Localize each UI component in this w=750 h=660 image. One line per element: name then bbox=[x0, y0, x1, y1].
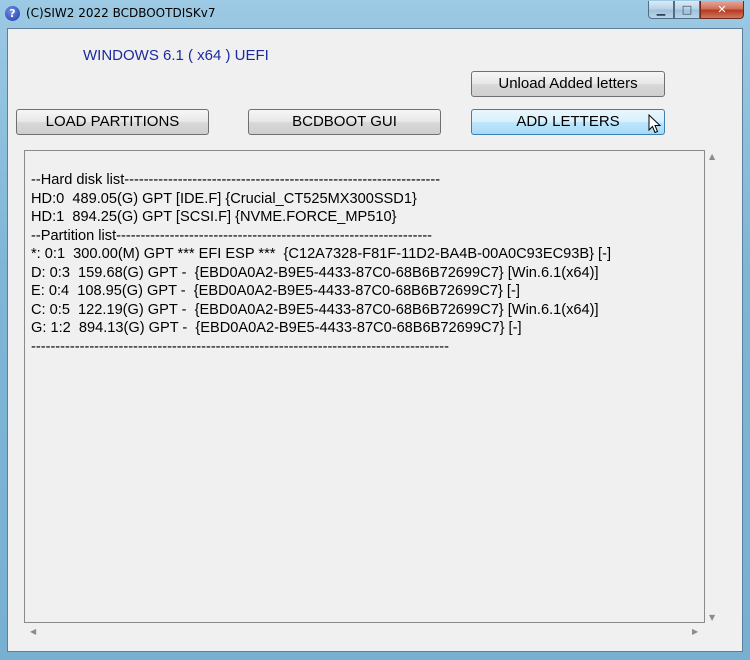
os-version-label: WINDOWS 6.1 ( x64 ) UEFI bbox=[83, 47, 269, 64]
partition-output-textbox[interactable]: --Hard disk list------------------------… bbox=[24, 150, 705, 623]
scroll-up-icon[interactable]: ▲ bbox=[709, 152, 715, 162]
help-icon[interactable]: ? bbox=[5, 6, 20, 21]
minimize-button[interactable]: ▁ bbox=[648, 1, 674, 19]
output-line: HD:0 489.05(G) GPT [IDE.F] {Crucial_CT52… bbox=[31, 190, 417, 207]
mouse-pointer-icon bbox=[648, 114, 662, 134]
output-line: G: 1:2 894.13(G) GPT - {EBD0A0A2-B9E5-44… bbox=[31, 320, 522, 336]
output-line: --Hard disk list------------------------… bbox=[31, 172, 441, 188]
output-line: --Partition list------------------------… bbox=[31, 227, 433, 244]
bcdboot-gui-button[interactable]: BCDBOOT GUI bbox=[248, 109, 441, 135]
client-area: WINDOWS 6.1 ( x64 ) UEFI Unload Added le… bbox=[7, 28, 743, 652]
add-letters-button[interactable]: ADD LETTERS bbox=[471, 109, 665, 135]
output-line: D: 0:3 159.68(G) GPT - {EBD0A0A2-B9E5-44… bbox=[31, 264, 599, 281]
load-partitions-button[interactable]: LOAD PARTITIONS bbox=[16, 109, 209, 135]
title-bar[interactable]: ? (C)SIW2 2022 BCDBOOTDISKv7 ▁ □ ✕ bbox=[0, 0, 750, 28]
scroll-left-icon[interactable]: ◀ bbox=[30, 627, 36, 637]
caption-buttons: ▁ □ ✕ bbox=[648, 1, 744, 20]
output-line: *: 0:1 300.00(M) GPT *** EFI ESP *** {C1… bbox=[31, 246, 611, 262]
app-window: ? (C)SIW2 2022 BCDBOOTDISKv7 ▁ □ ✕ WINDO… bbox=[0, 0, 750, 660]
output-line: HD:1 894.25(G) GPT [SCSI.F] {NVME.FORCE_… bbox=[31, 209, 397, 225]
scroll-right-icon[interactable]: ▶ bbox=[692, 627, 698, 637]
vertical-scrollbar[interactable]: ▲ ▼ bbox=[706, 150, 722, 623]
output-line: E: 0:4 108.95(G) GPT - {EBD0A0A2-B9E5-44… bbox=[31, 283, 520, 299]
scroll-down-icon[interactable]: ▼ bbox=[709, 613, 715, 623]
maximize-button[interactable]: □ bbox=[674, 1, 700, 19]
horizontal-scrollbar[interactable]: ◀ ▶ bbox=[24, 625, 705, 639]
window-title: (C)SIW2 2022 BCDBOOTDISKv7 bbox=[26, 6, 216, 20]
output-line: C: 0:5 122.19(G) GPT - {EBD0A0A2-B9E5-44… bbox=[31, 301, 599, 318]
output-line: ----------------------------------------… bbox=[31, 338, 449, 355]
close-button[interactable]: ✕ bbox=[700, 1, 744, 19]
unload-added-letters-button[interactable]: Unload Added letters bbox=[471, 71, 665, 97]
